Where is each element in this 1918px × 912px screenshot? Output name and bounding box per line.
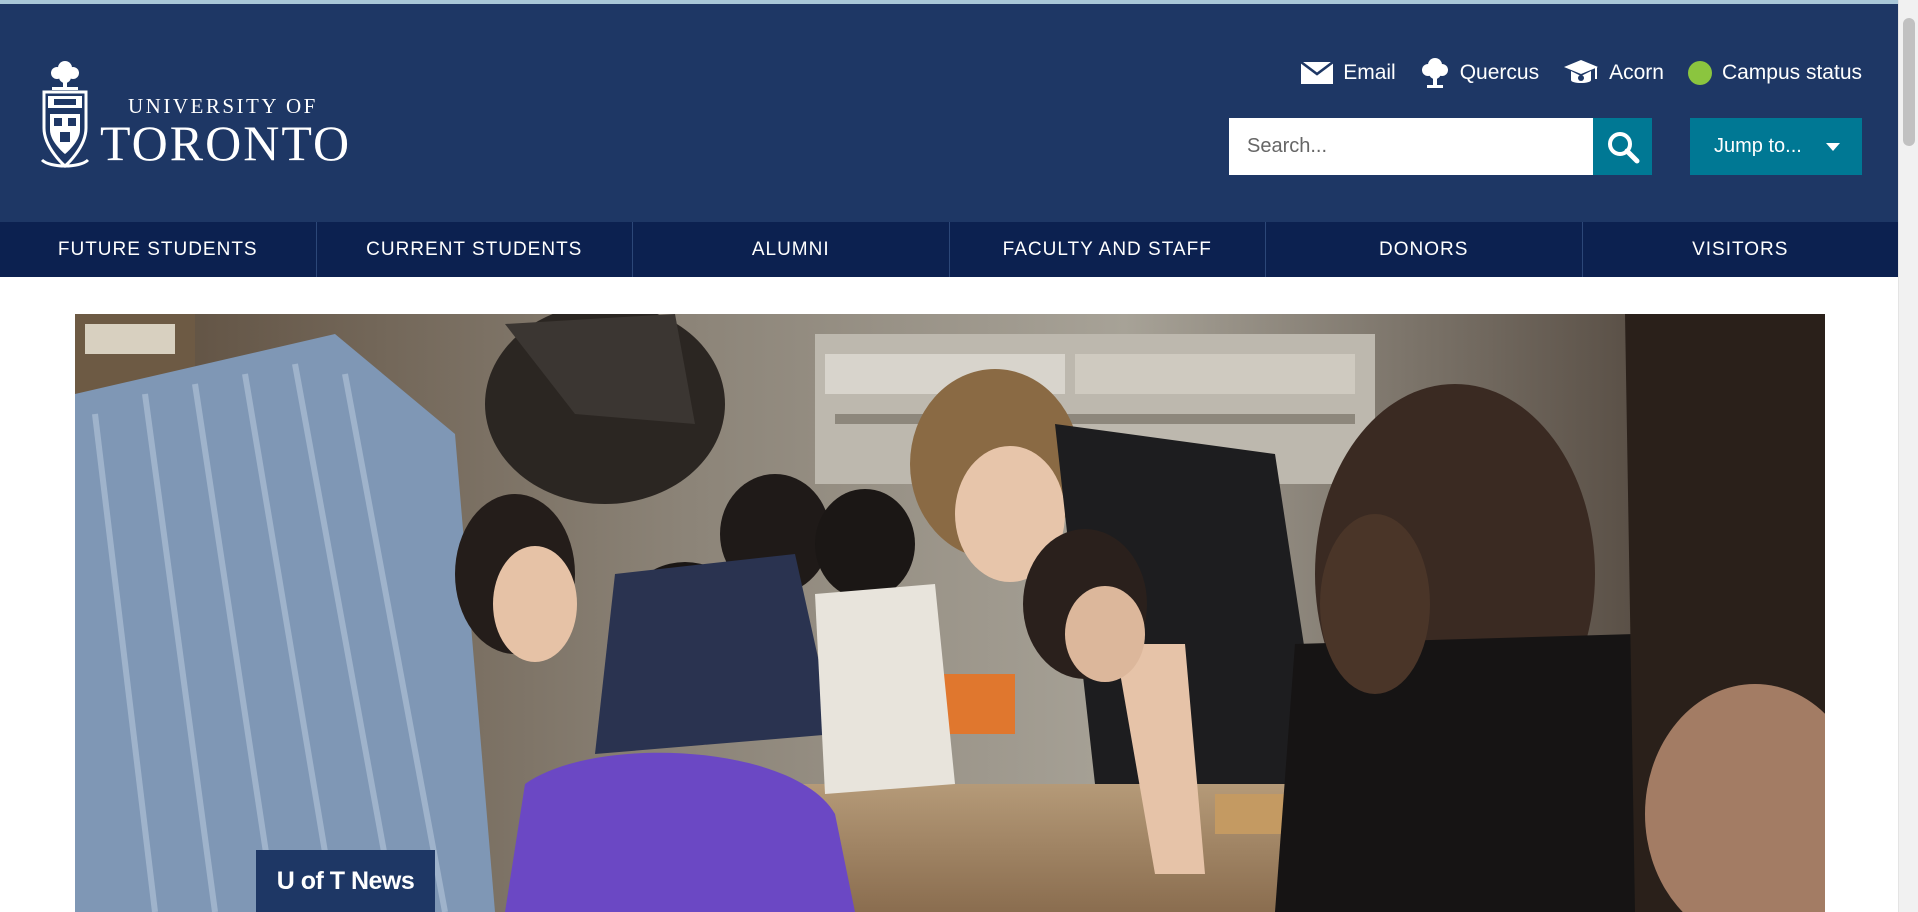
quick-links: Email Quercus Acorn Campus status [1301, 56, 1862, 90]
nav-item-donors[interactable]: DONORS [1265, 222, 1582, 277]
nav-item-alumni[interactable]: ALUMNI [632, 222, 949, 277]
university-logo[interactable]: UNIVERSITY OF TORONTO [40, 58, 350, 174]
scrollbar-thumb[interactable] [1903, 18, 1915, 146]
search-form [1229, 118, 1652, 175]
quick-link-email-label: Email [1343, 61, 1396, 84]
quick-link-quercus-label: Quercus [1459, 61, 1540, 84]
hero-image[interactable] [75, 314, 1825, 912]
jump-to-label: Jump to... [1714, 135, 1802, 157]
quick-link-email[interactable]: Email [1301, 61, 1396, 85]
nav-item-visitors[interactable]: VISITORS [1581, 222, 1899, 277]
search-icon [1607, 131, 1639, 163]
search-button[interactable] [1593, 118, 1652, 175]
envelope-icon [1301, 62, 1334, 84]
quick-link-acorn[interactable]: Acorn [1563, 58, 1664, 88]
nav-item-current-students[interactable]: CURRENT STUDENTS [315, 222, 633, 277]
chevron-down-icon [1826, 142, 1840, 151]
nav-item-faculty-and-staff[interactable]: FACULTY AND STAFF [948, 222, 1266, 277]
quick-link-campus-status-label: Campus status [1721, 61, 1862, 84]
quick-link-campus-status[interactable]: Campus status [1687, 61, 1862, 85]
audience-nav: FUTURE STUDENTS CURRENT STUDENTS ALUMNI … [0, 222, 1898, 277]
quick-link-quercus[interactable]: Quercus [1420, 57, 1539, 89]
status-dot-icon [1687, 61, 1712, 85]
page-scrollbar[interactable] [1898, 0, 1918, 912]
site-header: UNIVERSITY OF TORONTO Email Quercus Acor… [0, 4, 1898, 222]
tree-icon [1421, 58, 1448, 88]
news-badge[interactable]: U of T News [256, 850, 435, 912]
graduation-cap-icon [1564, 60, 1599, 83]
search-input[interactable] [1229, 118, 1593, 175]
quick-link-acorn-label: Acorn [1609, 61, 1664, 84]
crest-icon [40, 61, 90, 168]
logo-line-toronto: TORONTO [100, 115, 352, 171]
jump-to-dropdown[interactable]: Jump to... [1690, 118, 1862, 175]
hero-photo-students [75, 314, 1825, 912]
nav-item-future-students[interactable]: FUTURE STUDENTS [0, 222, 316, 277]
